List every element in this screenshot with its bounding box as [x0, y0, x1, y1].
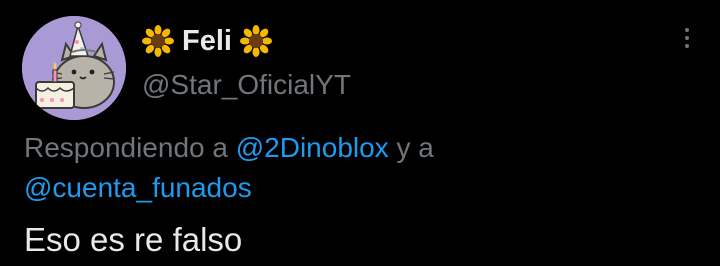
more-options-button[interactable] — [680, 28, 694, 54]
reply-context: Respondiendo a @2Dinoblox y a @cuenta_fu… — [24, 128, 624, 208]
reply-prefix: Respondiendo a — [24, 132, 228, 163]
sunflower-icon — [239, 25, 272, 57]
more-dot-icon — [685, 28, 689, 32]
sunflower-icon — [142, 25, 174, 57]
mention-link[interactable]: @cuenta_funados — [24, 172, 252, 203]
pusheen-birthday-icon — [22, 16, 126, 120]
display-name-row[interactable]: Feli — [142, 22, 351, 60]
mention-link[interactable]: @2Dinoblox — [236, 132, 389, 163]
tweet-text: Eso es re falso — [24, 221, 243, 258]
more-dot-icon — [685, 36, 689, 40]
user-handle[interactable]: @Star_OficialYT — [142, 68, 351, 102]
avatar[interactable] — [22, 16, 126, 120]
more-dot-icon — [685, 44, 689, 48]
reply-connector: y a — [396, 132, 434, 163]
tweet[interactable]: Feli @Star_OficialYT Respondiendo a @2Di… — [0, 0, 720, 266]
tweet-header: Feli @Star_OficialYT — [142, 22, 351, 102]
display-name[interactable]: Feli — [182, 22, 232, 60]
